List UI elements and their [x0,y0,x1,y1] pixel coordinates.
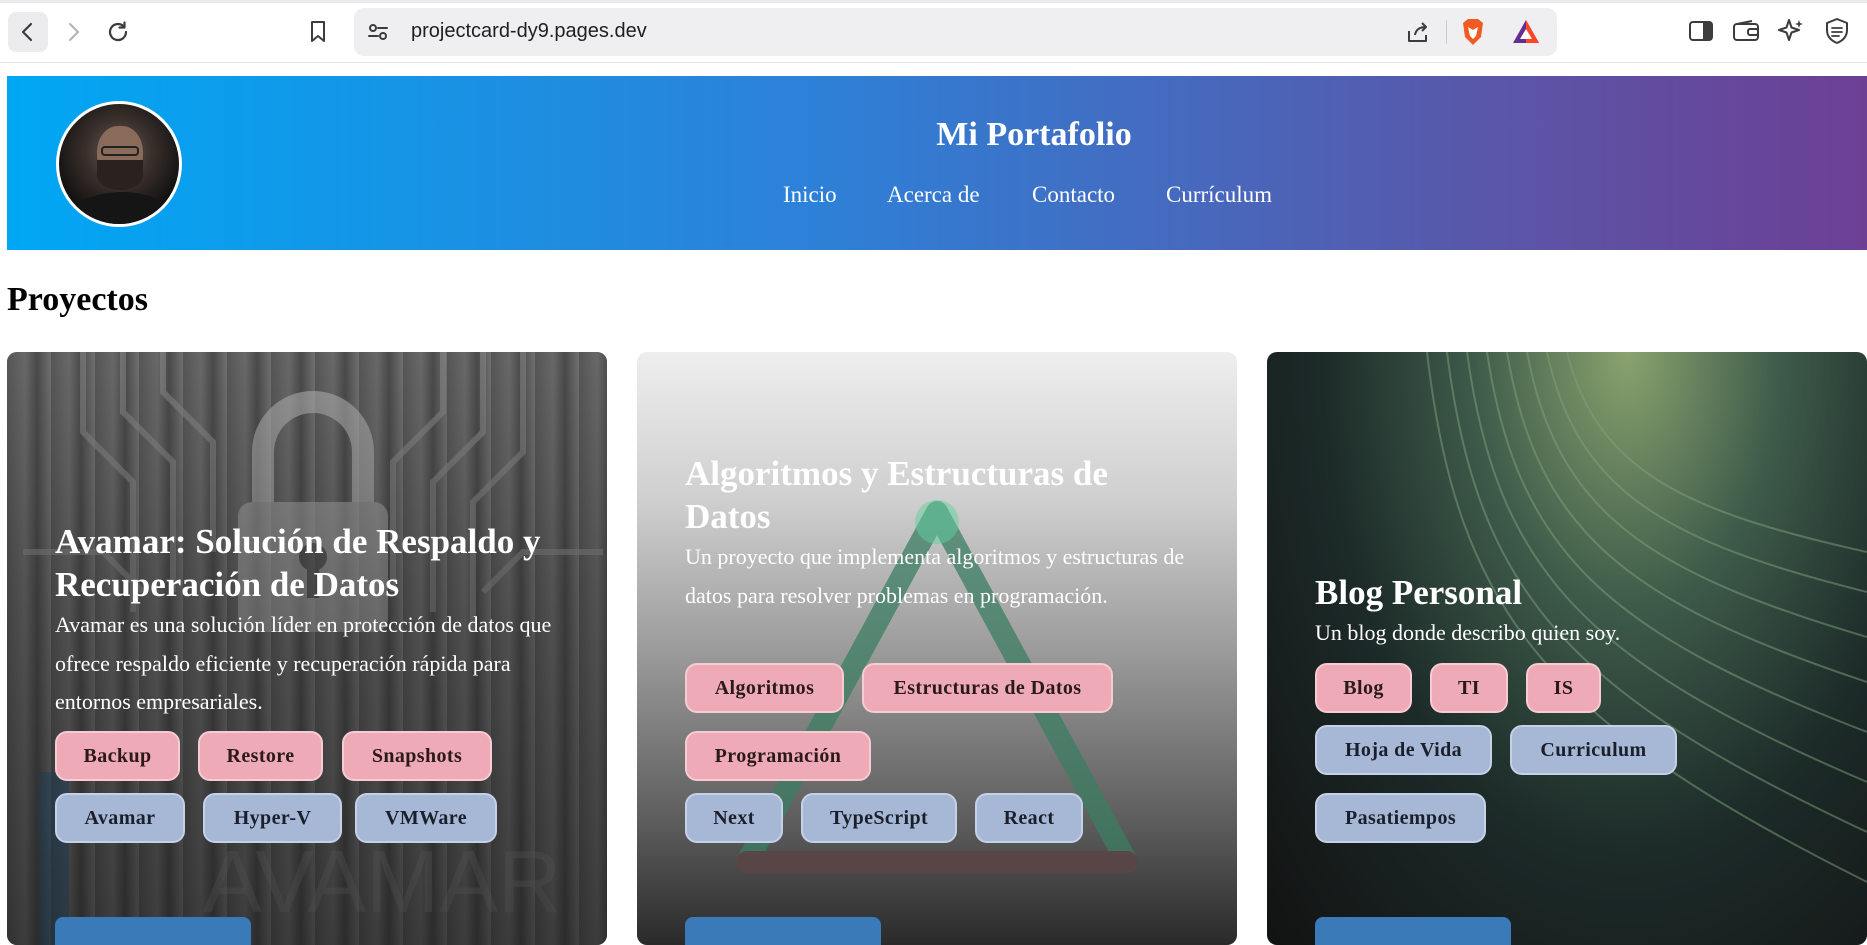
tag-blog[interactable]: Blog [1315,663,1412,713]
tech-typescript[interactable]: TypeScript [801,793,957,843]
url-text[interactable]: projectcard-dy9.pages.dev [411,20,647,43]
nav-link-curriculum[interactable]: Currículum [1166,182,1272,208]
tag-snapshots[interactable]: Snapshots [342,731,492,781]
project-card-avamar[interactable]: AVAMAR Avamar: Solución de Respaldo y Re… [7,352,607,945]
bookmark-button[interactable] [298,12,338,52]
avatar-shirt [67,192,177,224]
address-separator [1446,20,1447,44]
project-card-algoritmos[interactable]: Algoritmos y Estructuras de Datos Un pro… [637,352,1237,945]
section-title: Proyectos [7,281,148,318]
tag-estructuras-de-datos[interactable]: Estructuras de Datos [862,663,1113,713]
tag-programacion[interactable]: Programación [685,731,871,781]
sidebar-icon [1689,21,1713,41]
tech-hoja-de-vida[interactable]: Hoja de Vida [1315,725,1492,775]
card-title[interactable]: Algoritmos y Estructuras de Datos [685,452,1185,538]
brave-rewards-icon[interactable] [1511,18,1541,51]
site-header: Mi Portafolio Inicio Acerca de Contacto … [7,76,1867,250]
tech-react[interactable]: React [975,793,1083,843]
tag-backup[interactable]: Backup [55,731,180,781]
card-cta-button[interactable] [1315,917,1511,945]
tag-algoritmos[interactable]: Algoritmos [685,663,844,713]
site-settings-icon[interactable] [366,20,390,49]
card-description: Un proyecto que implementa algoritmos y … [685,544,1185,608]
reload-button[interactable] [98,12,138,52]
avatar-beard [97,160,143,190]
tech-curriculum[interactable]: Curriculum [1510,725,1677,775]
sidebar-button[interactable] [1684,14,1718,48]
wallet-icon [1733,20,1759,41]
card-description: Un blog donde describo quien soy. [1315,620,1621,645]
brave-shields-icon[interactable] [1459,17,1487,52]
vpn-button[interactable] [1820,14,1854,48]
leo-ai-button[interactable] [1774,14,1808,48]
tech-next[interactable]: Next [685,793,783,843]
card-title[interactable]: Avamar: Solución de Respaldo y Recuperac… [55,520,575,606]
forward-icon [68,22,80,42]
tag-ti[interactable]: TI [1430,663,1508,713]
share-icon[interactable] [1404,18,1432,51]
site-title: Mi Portafolio [936,116,1132,153]
browser-toolbar: projectcard-dy9.pages.dev [0,0,1867,63]
nav-link-contacto[interactable]: Contacto [1032,182,1115,208]
tech-avamar[interactable]: Avamar [55,793,185,843]
leo-ai-icon [1778,19,1803,41]
card-description: Avamar es una solución líder en protecci… [55,612,552,714]
card-cta-button[interactable] [685,917,881,945]
bookmark-icon [311,21,325,42]
tech-pasatiempos[interactable]: Pasatiempos [1315,793,1486,843]
address-bar[interactable]: projectcard-dy9.pages.dev [354,8,1557,56]
nav-link-acerca-de[interactable]: Acerca de [887,182,980,208]
nav-link-inicio[interactable]: Inicio [783,182,837,208]
tag-restore[interactable]: Restore [198,731,323,781]
triangle-image [736,500,1138,873]
tech-vmware[interactable]: VMWare [355,793,497,843]
back-button[interactable] [8,12,48,52]
forward-button[interactable] [53,12,93,52]
tech-hyper-v[interactable]: Hyper-V [203,793,342,843]
back-icon [21,22,33,42]
tag-is[interactable]: IS [1526,663,1601,713]
card-cta-button[interactable] [55,917,251,945]
wallet-button[interactable] [1729,14,1763,48]
reload-icon [108,21,128,42]
tab-strip-edge [0,0,1867,3]
vpn-icon [1826,18,1848,44]
card-title[interactable]: Blog Personal [1315,571,1835,614]
project-card-blog[interactable]: Blog Personal Un blog donde describo qui… [1267,352,1867,945]
